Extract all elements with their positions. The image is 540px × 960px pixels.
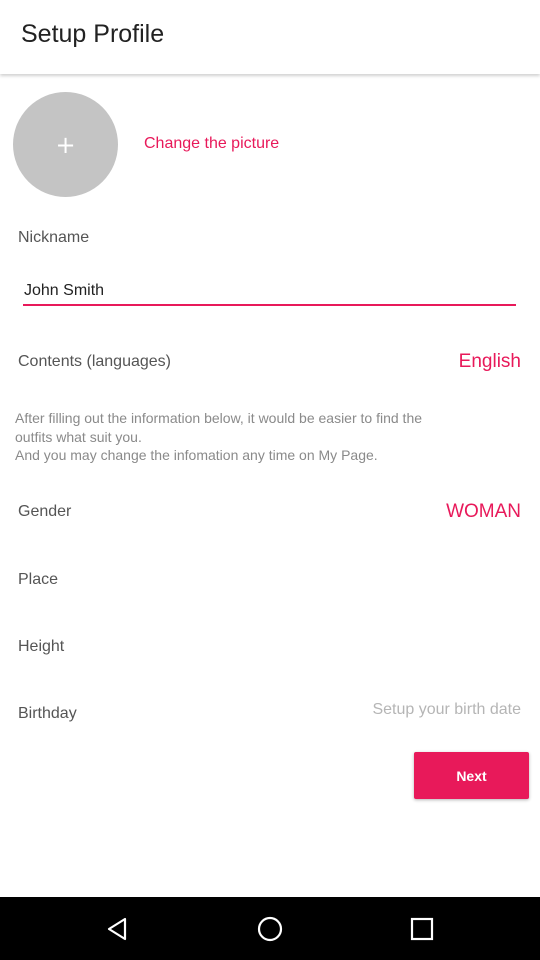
place-label: Place	[18, 571, 59, 588]
home-icon[interactable]	[254, 913, 286, 945]
plus-icon: +	[55, 130, 76, 159]
info-line: After filling out the information below,…	[15, 410, 423, 426]
recents-icon[interactable]	[406, 913, 438, 945]
info-text: After filling out the information below,…	[15, 409, 515, 465]
language-selector[interactable]: English	[459, 351, 521, 373]
birthday-label: Birthday	[18, 705, 77, 722]
nickname-input[interactable]	[23, 278, 516, 306]
next-button[interactable]: Next	[414, 752, 529, 799]
avatar-picker[interactable]: +	[13, 92, 118, 197]
page-title: Setup Profile	[21, 20, 165, 48]
info-line: And you may change the infomation any ti…	[15, 447, 378, 463]
birthday-input[interactable]	[261, 701, 521, 719]
system-nav-bar	[0, 897, 540, 960]
gender-selector[interactable]: WOMAN	[446, 501, 521, 523]
info-line: outfits what suit you.	[15, 428, 142, 445]
contents-languages-label: Contents (languages)	[18, 353, 171, 370]
change-picture-link[interactable]: Change the picture	[144, 135, 279, 153]
app-bar: Setup Profile	[0, 0, 540, 74]
nickname-label: Nickname	[18, 229, 90, 246]
gender-label: Gender	[18, 503, 72, 520]
back-icon[interactable]	[102, 913, 134, 945]
height-label: Height	[18, 638, 65, 655]
